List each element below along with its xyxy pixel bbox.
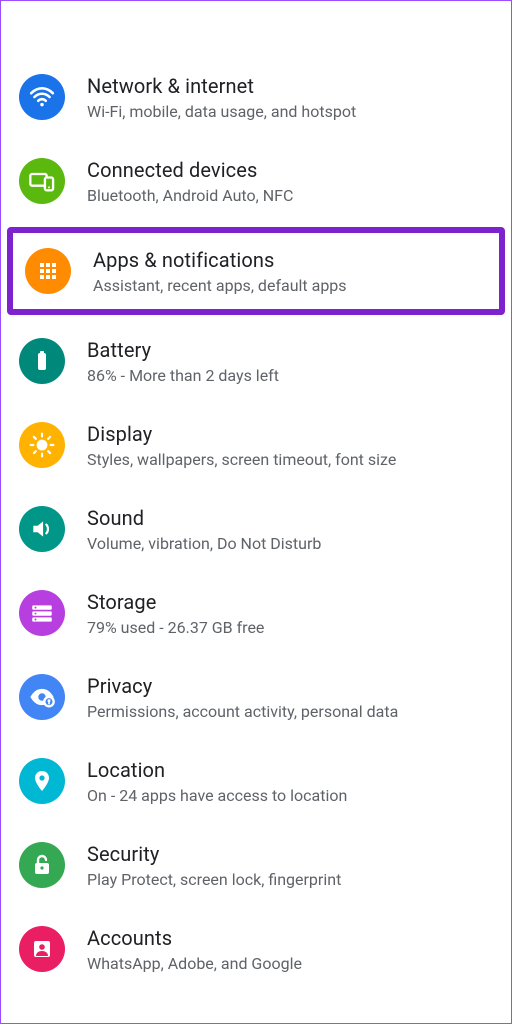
settings-item-subtitle: Play Protect, screen lock, fingerprint <box>87 870 341 889</box>
settings-item-texts: Battery 86% - More than 2 days left <box>87 338 279 385</box>
settings-item-battery[interactable]: Battery 86% - More than 2 days left <box>1 319 511 403</box>
settings-item-subtitle: Styles, wallpapers, screen timeout, font… <box>87 450 396 469</box>
settings-item-subtitle: 79% used - 26.37 GB free <box>87 618 264 637</box>
settings-item-title: Accounts <box>87 926 302 950</box>
settings-item-texts: Sound Volume, vibration, Do Not Disturb <box>87 506 321 553</box>
settings-item-subtitle: Volume, vibration, Do Not Disturb <box>87 534 321 553</box>
accounts-icon <box>19 926 65 972</box>
settings-item-texts: Storage 79% used - 26.37 GB free <box>87 590 264 637</box>
settings-item-texts: Connected devices Bluetooth, Android Aut… <box>87 158 293 205</box>
location-icon <box>19 758 65 804</box>
settings-item-subtitle: Bluetooth, Android Auto, NFC <box>87 186 293 205</box>
settings-item-title: Storage <box>87 590 264 614</box>
display-icon <box>19 422 65 468</box>
settings-item-subtitle: 86% - More than 2 days left <box>87 366 279 385</box>
privacy-icon <box>19 674 65 720</box>
security-icon <box>19 842 65 888</box>
settings-item-title: Apps & notifications <box>93 248 347 272</box>
settings-item-subtitle: On - 24 apps have access to location <box>87 786 347 805</box>
settings-item-texts: Privacy Permissions, account activity, p… <box>87 674 398 721</box>
settings-item-texts: Display Styles, wallpapers, screen timeo… <box>87 422 396 469</box>
settings-item-title: Battery <box>87 338 279 362</box>
settings-item-title: Privacy <box>87 674 398 698</box>
settings-item-location[interactable]: Location On - 24 apps have access to loc… <box>1 739 511 823</box>
storage-icon <box>19 590 65 636</box>
settings-item-texts: Accounts WhatsApp, Adobe, and Google <box>87 926 302 973</box>
settings-item-title: Location <box>87 758 347 782</box>
settings-item-subtitle: Assistant, recent apps, default apps <box>93 276 347 295</box>
settings-item-security[interactable]: Security Play Protect, screen lock, fing… <box>1 823 511 907</box>
wifi-icon <box>19 74 65 120</box>
settings-item-texts: Location On - 24 apps have access to loc… <box>87 758 347 805</box>
settings-item-storage[interactable]: Storage 79% used - 26.37 GB free <box>1 571 511 655</box>
settings-item-texts: Security Play Protect, screen lock, fing… <box>87 842 341 889</box>
settings-item-title: Network & internet <box>87 74 356 98</box>
settings-item-connected[interactable]: Connected devices Bluetooth, Android Aut… <box>1 139 511 223</box>
sound-icon <box>19 506 65 552</box>
settings-item-network[interactable]: Network & internet Wi-Fi, mobile, data u… <box>1 55 511 139</box>
settings-item-display[interactable]: Display Styles, wallpapers, screen timeo… <box>1 403 511 487</box>
settings-item-subtitle: Wi-Fi, mobile, data usage, and hotspot <box>87 102 356 121</box>
settings-item-sound[interactable]: Sound Volume, vibration, Do Not Disturb <box>1 487 511 571</box>
battery-icon <box>19 338 65 384</box>
settings-item-apps[interactable]: Apps & notifications Assistant, recent a… <box>7 227 505 315</box>
settings-list: Network & internet Wi-Fi, mobile, data u… <box>1 55 511 991</box>
settings-item-title: Display <box>87 422 396 446</box>
settings-item-texts: Network & internet Wi-Fi, mobile, data u… <box>87 74 356 121</box>
settings-screen: Network & internet Wi-Fi, mobile, data u… <box>0 0 512 1024</box>
settings-item-privacy[interactable]: Privacy Permissions, account activity, p… <box>1 655 511 739</box>
settings-item-title: Sound <box>87 506 321 530</box>
settings-item-title: Connected devices <box>87 158 293 182</box>
settings-item-texts: Apps & notifications Assistant, recent a… <box>93 248 347 295</box>
devices-icon <box>19 158 65 204</box>
settings-item-subtitle: Permissions, account activity, personal … <box>87 702 398 721</box>
apps-icon <box>25 248 71 294</box>
settings-item-accounts[interactable]: Accounts WhatsApp, Adobe, and Google <box>1 907 511 991</box>
settings-item-subtitle: WhatsApp, Adobe, and Google <box>87 954 302 973</box>
settings-item-title: Security <box>87 842 341 866</box>
